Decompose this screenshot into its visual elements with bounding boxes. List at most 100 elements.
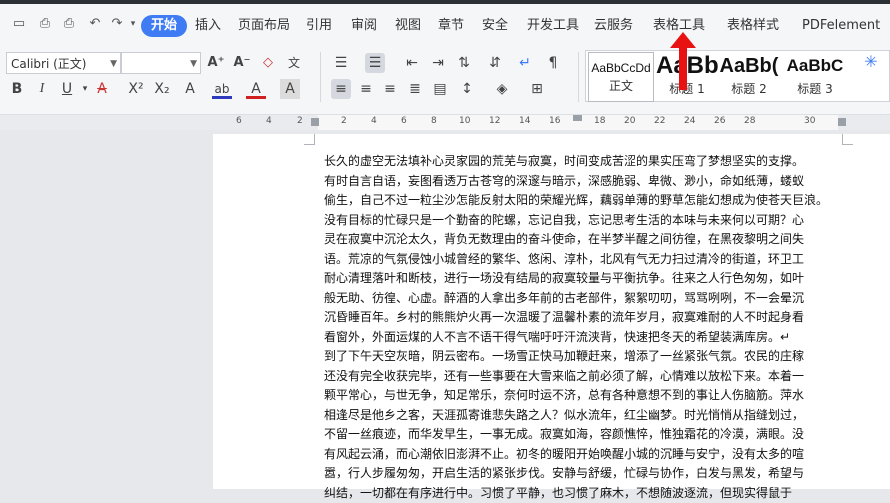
undo-icon[interactable]: ↶	[88, 17, 102, 31]
style-normal[interactable]: AaBbCcDd 正文	[588, 52, 654, 102]
tab-cloud-service[interactable]: 云服务	[594, 15, 633, 37]
redo-icon[interactable]: ↷	[110, 17, 124, 31]
ruler-number: 6	[401, 116, 407, 126]
text-line: 沉昏睡百年。乡村的熊熊炉火再一次温暖了温馨朴素的流年岁月，寂寞难耐的人不时起身看	[324, 308, 836, 328]
phonetic-guide-icon[interactable]: 文	[284, 53, 304, 73]
ruler-number: 10	[459, 116, 470, 126]
strikethrough-icon[interactable]: A	[92, 79, 112, 99]
highlight-icon[interactable]: ab	[212, 79, 232, 99]
line-spacing-icon[interactable]: ↕	[457, 79, 477, 99]
style-normal-caption: 正文	[589, 77, 653, 94]
style-heading-2[interactable]: AaBb( 标题 2	[718, 52, 780, 100]
style-heading-3-sample: AaBbC	[784, 52, 846, 80]
text-line: 灵在寂寞中沉沦太久，背负无数理由的奋斗使命，在半梦半醒之间彷徨，在黑夜黎明之间失	[324, 230, 836, 250]
ruler-number: 30	[804, 116, 815, 126]
ribbon-divider	[578, 52, 579, 102]
menu-bar: ▭ ⎙ ⎙ ↶ ↷ ▾ 开始 插入 页面布局 引用 审阅 视图 章节 安全 开发…	[0, 4, 890, 44]
indent-marker[interactable]	[573, 115, 582, 121]
margin-corner-mark	[304, 134, 315, 145]
right-margin-marker[interactable]	[838, 118, 846, 126]
ruler-number: 6	[236, 116, 242, 126]
save-icon[interactable]: ▭	[12, 17, 26, 31]
grow-font-icon[interactable]: A⁺	[206, 53, 226, 73]
increase-indent-icon[interactable]: ⇥	[428, 53, 448, 73]
bullets-icon[interactable]: ☰	[331, 53, 351, 73]
italic-icon[interactable]: I	[32, 79, 52, 99]
tab-developer[interactable]: 开发工具	[527, 15, 579, 37]
font-size-select[interactable]: ▼	[121, 52, 201, 74]
style-heading-3[interactable]: AaBbC 标题 3	[784, 52, 846, 100]
horizontal-ruler: 6 4 2 2 4 6 8 10 12 14 16 18 20 22 24 26…	[0, 115, 890, 130]
tab-view[interactable]: 视图	[395, 15, 421, 37]
subscript-icon[interactable]: X₂	[152, 79, 172, 99]
tab-table-style[interactable]: 表格样式	[727, 15, 779, 37]
chevron-down-icon: ▼	[110, 53, 117, 75]
text-line: 嚣，行人步履匆匆，开启生活的紧张步伐。安静与舒缓，忙碌与协作，白发与黑发，希望与	[324, 464, 836, 484]
text-line: 般无助、彷徨、心虚。醉酒的人拿出多年前的古老部件，絮絮叨叨，骂骂咧咧，不一会晕沉	[324, 289, 836, 309]
align-left-icon[interactable]: ≡	[331, 79, 351, 99]
ruler-number: 2	[297, 116, 303, 126]
paragraph-shading-icon[interactable]: ◈	[492, 79, 512, 99]
ruler-number: 4	[266, 116, 272, 126]
clear-format-icon[interactable]: ◇	[258, 53, 278, 73]
text-line: 还没有完全收获完毕，还有一些事要在大雪来临之前必须了解，心情难以放松下来。本着一	[324, 367, 836, 387]
ruler-number: 16	[549, 116, 560, 126]
ruler-number: 20	[624, 116, 635, 126]
ruler-number: 12	[489, 116, 500, 126]
bold-icon[interactable]: B	[7, 79, 27, 99]
superscript-icon[interactable]: X²	[126, 79, 146, 99]
text-effects-icon[interactable]: A	[180, 79, 200, 99]
style-normal-sample: AaBbCcDd	[589, 61, 653, 75]
quick-access-dropdown-icon[interactable]: ▾	[126, 17, 140, 31]
ruler-number: 28	[744, 116, 755, 126]
tab-review[interactable]: 审阅	[351, 15, 377, 37]
text-line: 看窗外，外面运煤的人不言不语干得气喘吁吁汗流浃背，快速把冬天的希望装满库房。↵	[324, 328, 836, 348]
document-body-text[interactable]: 长久的虚空无法填补心灵家园的荒芜与寂寞，时间变成苦涩的果实压弯了梦想坚实的支撑。…	[324, 152, 836, 503]
distributed-icon[interactable]: ▤	[430, 79, 450, 99]
show-marks-icon[interactable]: ↵	[515, 53, 535, 73]
char-shading-icon[interactable]: A	[280, 79, 300, 99]
justify-icon[interactable]: ≣	[405, 79, 425, 99]
style-heading-3-caption: 标题 3	[784, 80, 846, 97]
font-name-select[interactable]: Calibri (正文) ▼	[6, 52, 121, 74]
sort-icon[interactable]: ⇵	[485, 53, 505, 73]
tab-security[interactable]: 安全	[482, 15, 508, 37]
text-line: 不留一丝痕迹，而华发早生，一事无成。寂寞如海，容颜憔悴，惟独霜花的冷漠，满眼。没	[324, 425, 836, 445]
ribbon-divider	[320, 52, 321, 102]
text-line: 有时自言自语，妄图看透万古苍穹的深邃与暗示，深感脆弱、卑微、渺小，命如纸薄，蝼蚁	[324, 172, 836, 192]
borders-icon[interactable]: ⊞	[527, 79, 547, 99]
numbering-icon[interactable]: ☰	[365, 53, 385, 73]
ruler-number: 4	[371, 116, 377, 126]
tab-page-layout[interactable]: 页面布局	[238, 15, 290, 37]
ruler-number: 14	[519, 116, 530, 126]
underline-icon[interactable]: U	[57, 79, 77, 99]
decrease-indent-icon[interactable]: ⇤	[402, 53, 422, 73]
red-arrow-annotation	[670, 32, 696, 90]
align-center-icon[interactable]: ≡	[356, 79, 376, 99]
text-line: 有风起云涌，而心潮依旧澎湃不止。初冬的暖阳开始唤醒小城的沉睡与安宁，没有太多的喧	[324, 445, 836, 465]
font-color-icon[interactable]: A	[246, 79, 266, 99]
text-line: 长久的虚空无法填补心灵家园的荒芜与寂寞，时间变成苦涩的果实压弯了梦想坚实的支撑。	[324, 152, 836, 172]
ruler-number: 26	[714, 116, 725, 126]
ruler-number: 22	[654, 116, 665, 126]
tab-insert[interactable]: 插入	[195, 15, 221, 37]
style-heading-2-caption: 标题 2	[718, 80, 780, 97]
shrink-font-icon[interactable]: A⁻	[232, 53, 252, 73]
align-right-icon[interactable]: ≡	[380, 79, 400, 99]
tab-pdfelement[interactable]: PDFelement	[802, 15, 880, 37]
paragraph-settings-icon[interactable]: ¶	[543, 53, 563, 73]
text-line: 语。荒凉的气氛侵蚀小城曾经的繁华、悠闲、淳朴，北风有气无力扫过清冷的街道，环卫工	[324, 250, 836, 270]
text-direction-icon[interactable]: ⇅	[454, 53, 474, 73]
new-style-icon[interactable]: ✳	[852, 52, 890, 100]
print-icon[interactable]: ⎙	[62, 17, 76, 31]
ruler-number: 24	[684, 116, 695, 126]
tab-chapter[interactable]: 章节	[438, 15, 464, 37]
text-line: 耐心清理落叶和断枝，进行一场没有结局的寂寞较量与平衡抗争。往来之人行色匆匆，如叶	[324, 269, 836, 289]
print-preview-icon[interactable]: ⎙	[38, 17, 52, 31]
font-name-value: Calibri (正文)	[11, 57, 86, 71]
tab-home[interactable]: 开始	[141, 15, 187, 37]
left-margin-marker[interactable]	[311, 118, 319, 126]
text-line: 纠结，一切都在有序进行中。习惯了平静，也习惯了麻木，不想随波逐流，但现实得鼠于	[324, 484, 836, 503]
text-line: 偷生，自己不过一粒尘沙怎能反射太阳的荣耀光辉，藕弱单薄的野草怎能幻想成为使苍天巨…	[324, 191, 836, 211]
tab-references[interactable]: 引用	[306, 15, 332, 37]
